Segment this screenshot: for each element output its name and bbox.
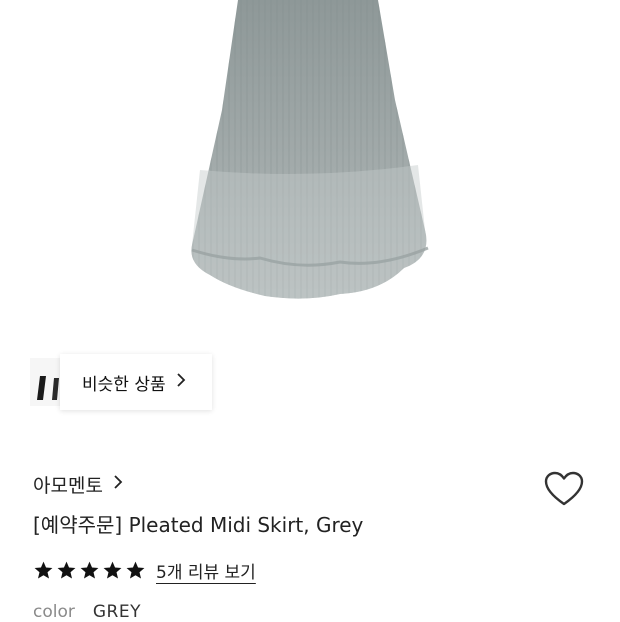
similar-products-chip[interactable]: 비슷한 상품 — [26, 354, 212, 410]
brand-link[interactable]: 아모멘토 — [33, 470, 123, 498]
chevron-right-icon — [113, 474, 123, 495]
product-title: [예약주문] Pleated Midi Skirt, Grey — [33, 513, 364, 537]
heart-outline-icon[interactable] — [543, 470, 585, 508]
reviews-link[interactable]: 5개 리뷰 보기 — [156, 558, 256, 583]
color-value: GREY — [92, 602, 141, 622]
star-filled-icon — [57, 561, 76, 579]
product-image[interactable] — [0, 0, 620, 340]
chevron-right-icon — [176, 372, 186, 392]
color-label: color — [33, 602, 75, 622]
star-filled-icon — [80, 561, 99, 579]
star-rating — [33, 560, 146, 581]
brand-name: 아모멘토 — [33, 474, 103, 497]
similar-products-button[interactable]: 비슷한 상품 — [60, 354, 212, 410]
similar-products-label: 비슷한 상품 — [82, 374, 166, 395]
star-filled-icon — [103, 561, 122, 579]
star-filled-icon — [126, 561, 145, 579]
star-filled-icon — [34, 561, 53, 579]
color-row: color GREY — [33, 602, 141, 622]
rating-row: 5개 리뷰 보기 — [33, 556, 256, 584]
skirt-illustration — [191, 0, 429, 299]
